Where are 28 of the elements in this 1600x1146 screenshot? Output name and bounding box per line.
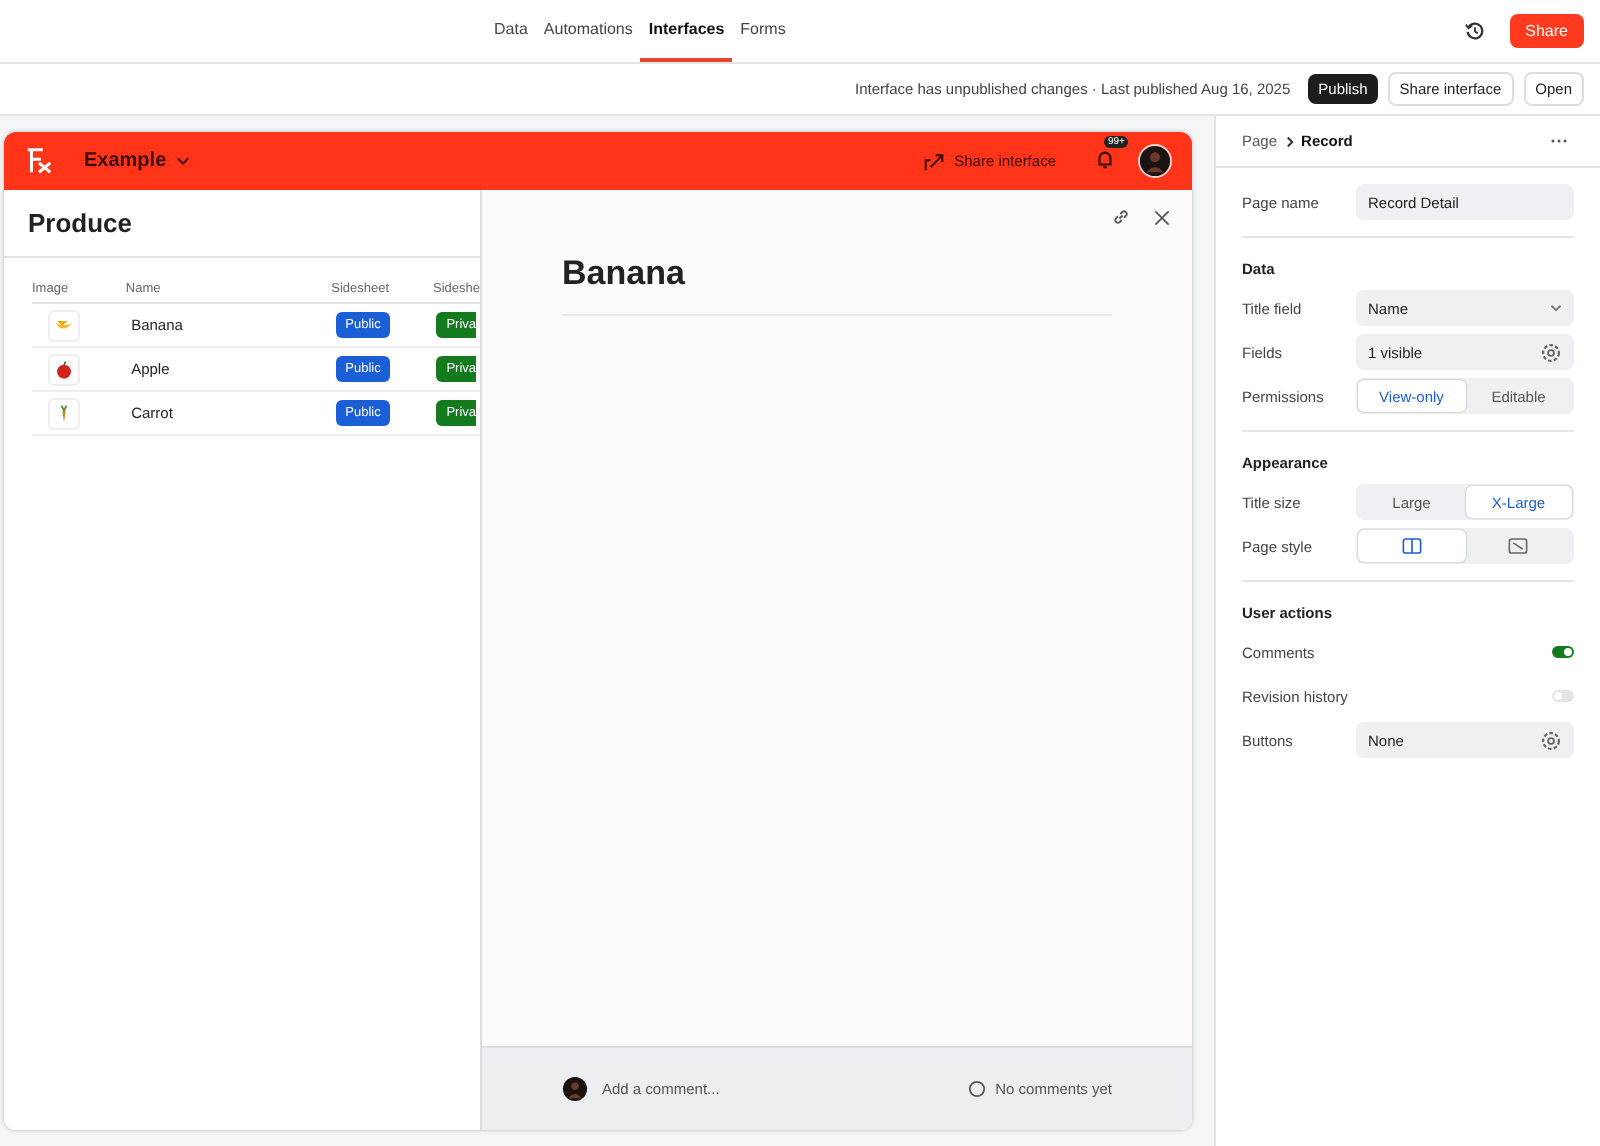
close-icon[interactable]	[1154, 209, 1170, 225]
nav-tab[interactable]: Interfaces	[640, 0, 733, 62]
more-icon[interactable]	[1550, 138, 1568, 144]
share-button[interactable]: Share	[1509, 14, 1584, 48]
settings-icon[interactable]	[1540, 341, 1562, 363]
toggle-switch[interactable]	[1552, 690, 1574, 702]
fullscreen-layout-icon	[1508, 538, 1529, 554]
nav-tab[interactable]: Forms	[732, 0, 794, 62]
chevron-icon	[176, 154, 191, 168]
chevron-icon	[1550, 302, 1562, 314]
settings-icon[interactable]	[1540, 729, 1562, 751]
avatar-icon[interactable]	[1138, 144, 1172, 178]
comment-icon	[967, 1080, 986, 1098]
split-layout-icon	[1401, 538, 1422, 554]
chevron-icon	[1283, 135, 1296, 147]
link-icon[interactable]	[1112, 208, 1130, 226]
nav-tab[interactable]: Data	[486, 0, 536, 62]
bell-icon[interactable]	[1094, 147, 1116, 169]
record-title: Banana	[562, 254, 1112, 316]
apple-icon	[54, 359, 74, 379]
share-icon	[924, 151, 945, 171]
history-icon[interactable]	[1463, 20, 1486, 42]
layout-option[interactable]	[1358, 530, 1465, 562]
toggle-switch[interactable]	[1552, 646, 1574, 658]
logo-icon	[24, 146, 54, 176]
nav-tab[interactable]: Automations	[535, 0, 641, 62]
app-switcher[interactable]: Example	[84, 150, 167, 172]
avatar-icon	[562, 1076, 588, 1102]
